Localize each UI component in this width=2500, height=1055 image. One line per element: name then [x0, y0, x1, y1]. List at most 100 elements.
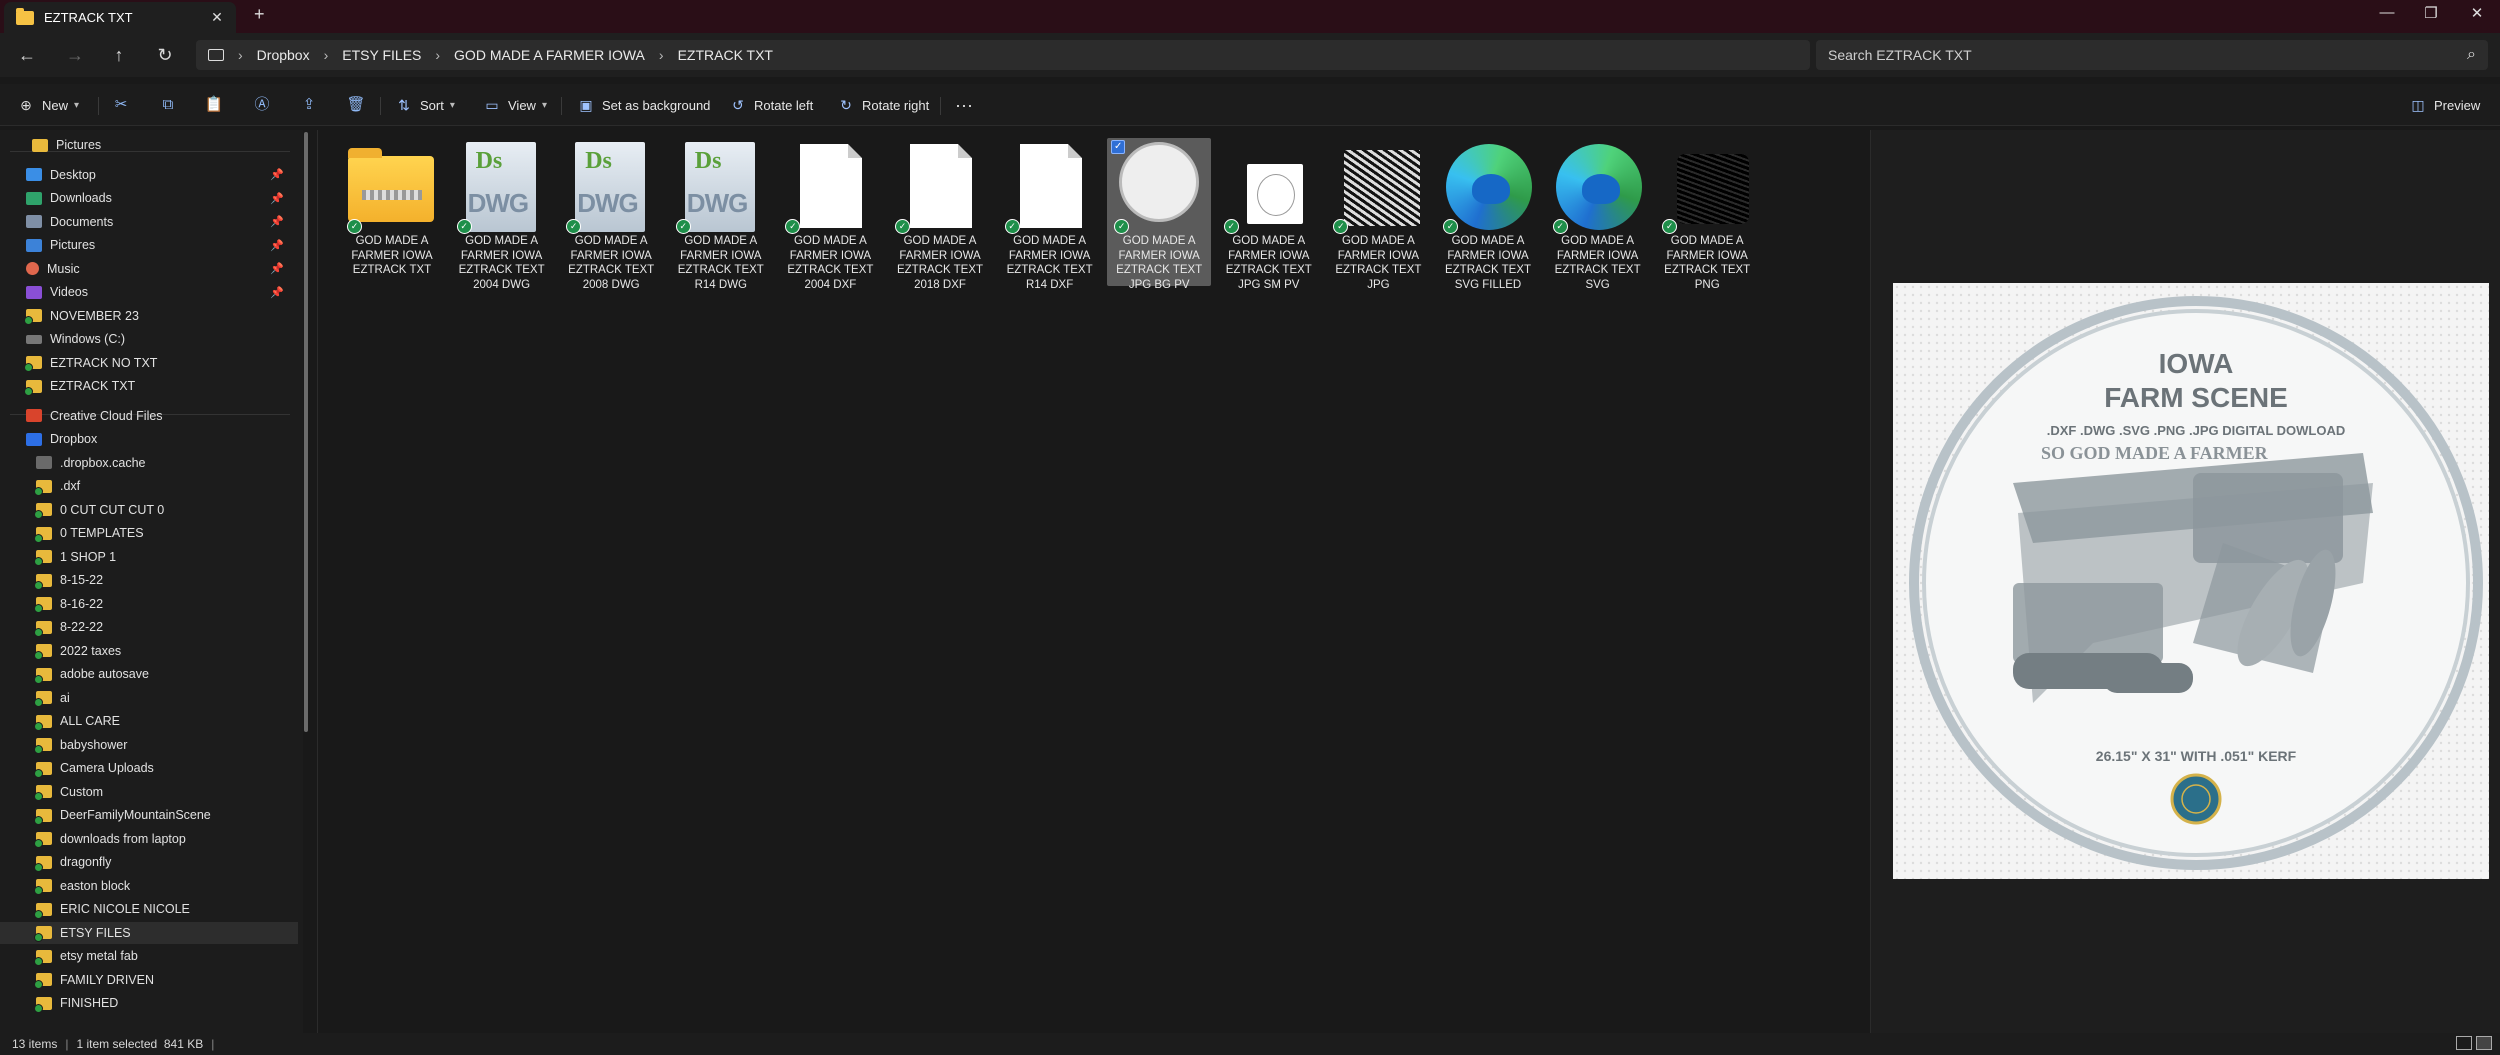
nav-item-8-15-22[interactable]: 8-15-22: [0, 569, 298, 591]
nav-item-easton-block[interactable]: easton block: [0, 875, 298, 897]
details-view-toggle[interactable]: [2456, 1036, 2472, 1050]
breadcrumb-item-eztrack-txt[interactable]: EZTRACK TXT: [678, 47, 773, 63]
nav-item-custom[interactable]: Custom: [0, 781, 298, 803]
nav-item-dragonfly[interactable]: dragonfly: [0, 851, 298, 873]
file-item[interactable]: ✓ GOD MADE A FARMER IOWA EZTRACK TEXT SVG: [1546, 138, 1650, 291]
refresh-button[interactable]: ↻: [152, 42, 178, 68]
cut-icon[interactable]: ✂: [111, 96, 131, 116]
new-button[interactable]: ⊕ New ▾: [18, 92, 79, 118]
nav-item-8-22-22[interactable]: 8-22-22: [0, 616, 298, 638]
rotate-left-button[interactable]: ↺ Rotate left: [730, 92, 813, 118]
nav-item-8-16-22[interactable]: 8-16-22: [0, 593, 298, 615]
nav-item-label: EZTRACK NO TXT: [50, 355, 158, 370]
nav-item-documents[interactable]: Documents 📌: [0, 211, 298, 233]
nav-item-creative-cloud-files[interactable]: Creative Cloud Files: [0, 405, 298, 427]
search-box[interactable]: ⌕: [1816, 40, 2488, 70]
nav-item-all-care[interactable]: ALL CARE: [0, 710, 298, 732]
breadcrumb-item-god-made-a-farmer-iowa[interactable]: GOD MADE A FARMER IOWA: [454, 47, 645, 63]
file-item[interactable]: Ds DWG ✓ GOD MADE A FARMER IOWA EZTRACK TEX…: [559, 138, 663, 291]
search-icon[interactable]: ⌕: [2467, 46, 2476, 64]
tab-close-button[interactable]: ✕: [204, 9, 230, 26]
nav-item-finished[interactable]: FINISHED: [0, 992, 298, 1014]
tab-eztrack-txt[interactable]: EZTRACK TXT ✕: [4, 2, 236, 33]
nav-item-etsy-files[interactable]: ETSY FILES: [0, 921, 298, 944]
more-options-button[interactable]: ···: [955, 92, 973, 118]
breadcrumb-item-dropbox[interactable]: Dropbox: [257, 47, 310, 63]
file-item[interactable]: ✓ GOD MADE A FARMER IOWA EZTRACK TEXT SVG…: [1436, 138, 1540, 291]
breadcrumb-item-etsy-files[interactable]: ETSY FILES: [342, 47, 421, 63]
nav-item-november-23[interactable]: NOVEMBER 23: [0, 305, 298, 327]
nav-item-2022-taxes[interactable]: 2022 taxes: [0, 640, 298, 662]
forward-button[interactable]: →: [62, 42, 88, 68]
nav-item-camera-uploads[interactable]: Camera Uploads: [0, 757, 298, 779]
nav-item-0-templates[interactable]: 0 TEMPLATES: [0, 522, 298, 544]
sort-button[interactable]: ⇅ Sort ▾: [396, 92, 455, 118]
copy-icon[interactable]: ⧉: [158, 96, 178, 116]
file-item[interactable]: ✓ GOD MADE A FARMER IOWA EZTRACK TEXT JPG…: [1217, 138, 1321, 291]
grey-icon: [36, 456, 52, 469]
nav-item-0-cut-cut-cut-0[interactable]: 0 CUT CUT CUT 0: [0, 499, 298, 521]
nav-item-eric-nicole-nicole[interactable]: ERIC NICOLE NICOLE: [0, 898, 298, 920]
pin-icon[interactable]: 📌: [270, 215, 284, 228]
nav-item-dropbox-cache[interactable]: .dropbox.cache: [0, 452, 298, 474]
file-item[interactable]: ✓ GOD MADE A FARMER IOWA EZTRACK TEXT 201…: [888, 138, 992, 291]
search-input[interactable]: [1828, 47, 2468, 63]
nav-scrollbar[interactable]: [304, 132, 308, 732]
new-tab-button[interactable]: +: [254, 4, 265, 25]
nav-item-deerfamilymountainscene[interactable]: DeerFamilyMountainScene: [0, 804, 298, 826]
pin-icon[interactable]: 📌: [270, 168, 284, 181]
large-icons-view-toggle[interactable]: [2476, 1036, 2492, 1050]
rename-icon[interactable]: Ⓐ: [252, 96, 272, 116]
file-item[interactable]: ✓ GOD MADE A FARMER IOWA EZTRACK TEXT 200…: [778, 138, 882, 291]
pin-icon[interactable]: 📌: [270, 286, 284, 299]
maximize-button[interactable]: ❐: [2416, 4, 2446, 22]
nav-item-babyshower[interactable]: babyshower: [0, 734, 298, 756]
breadcrumb-separator[interactable]: ›: [238, 47, 243, 63]
nav-item-family-driven[interactable]: FAMILY DRIVEN: [0, 969, 298, 991]
nav-item-adobe-autosave[interactable]: adobe autosave: [0, 663, 298, 685]
close-window-button[interactable]: ✕: [2462, 4, 2492, 22]
file-item[interactable]: Ds DWG ✓ GOD MADE A FARMER IOWA EZTRACK TEX…: [669, 138, 773, 291]
minimize-button[interactable]: —: [2372, 4, 2402, 21]
nav-item-pictures[interactable]: Pictures: [0, 134, 298, 156]
breadcrumb-separator[interactable]: ›: [435, 47, 440, 63]
selection-checkbox[interactable]: ✓: [1111, 140, 1126, 154]
paste-icon[interactable]: 📋: [204, 96, 224, 116]
rotate-right-button[interactable]: ↻ Rotate right: [838, 92, 929, 118]
up-button[interactable]: ↑: [106, 42, 132, 68]
share-icon[interactable]: ⇪: [299, 96, 319, 116]
set-as-background-button[interactable]: ▣ Set as background: [578, 92, 710, 118]
nav-item-desktop[interactable]: Desktop 📌: [0, 164, 298, 186]
this-pc-icon[interactable]: [208, 49, 224, 61]
nav-item-pictures[interactable]: Pictures 📌: [0, 234, 298, 256]
nav-item-downloads-from-laptop[interactable]: downloads from laptop: [0, 828, 298, 850]
nav-item-etsy-metal-fab[interactable]: etsy metal fab: [0, 945, 298, 967]
breadcrumb-separator[interactable]: ›: [659, 47, 664, 63]
nav-item-eztrack-txt[interactable]: EZTRACK TXT: [0, 375, 298, 397]
nav-item-dxf[interactable]: .dxf: [0, 475, 298, 497]
nav-item-music[interactable]: Music 📌: [0, 258, 298, 280]
nav-item-eztrack-no-txt[interactable]: EZTRACK NO TXT: [0, 352, 298, 374]
pin-icon[interactable]: 📌: [270, 239, 284, 252]
file-item[interactable]: Ds DWG ✓ GOD MADE A FARMER IOWA EZTRACK TEX…: [450, 138, 554, 291]
pin-icon[interactable]: 📌: [270, 192, 284, 205]
view-button[interactable]: ▭ View ▾: [484, 92, 547, 118]
nav-item-1-shop-1[interactable]: 1 SHOP 1: [0, 546, 298, 568]
pin-icon[interactable]: 📌: [270, 262, 284, 275]
file-item[interactable]: ✓ GOD MADE A FARMER IOWA EZTRACK TEXT JPG: [1326, 138, 1430, 291]
file-item[interactable]: ✓ GOD MADE A FARMER IOWA EZTRACK TXT: [340, 138, 444, 286]
breadcrumb-separator[interactable]: ›: [324, 47, 329, 63]
nav-item-ai[interactable]: ai: [0, 687, 298, 709]
nav-item-windows-c[interactable]: Windows (C:): [0, 328, 298, 350]
folder-icon: [16, 7, 34, 25]
file-item[interactable]: ✓ GOD MADE A FARMER IOWA EZTRACK TEXT PNG: [1655, 138, 1759, 291]
file-item[interactable]: ✓ GOD MADE A FARMER IOWA EZTRACK TEXT R14…: [998, 138, 1102, 291]
breadcrumb[interactable]: › Dropbox › ETSY FILES › GOD MADE A FARM…: [196, 40, 1810, 70]
back-button[interactable]: ←: [14, 42, 40, 68]
nav-item-videos[interactable]: Videos 📌: [0, 281, 298, 303]
delete-icon[interactable]: 🗑: [346, 96, 366, 116]
nav-item-dropbox[interactable]: Dropbox: [0, 428, 298, 450]
nav-item-downloads[interactable]: Downloads 📌: [0, 187, 298, 209]
file-item[interactable]: ✓ ✓ GOD MADE A FARMER IOWA EZTRACK TEXT JP…: [1107, 138, 1212, 291]
preview-toggle-button[interactable]: ◫ Preview: [2410, 92, 2480, 118]
